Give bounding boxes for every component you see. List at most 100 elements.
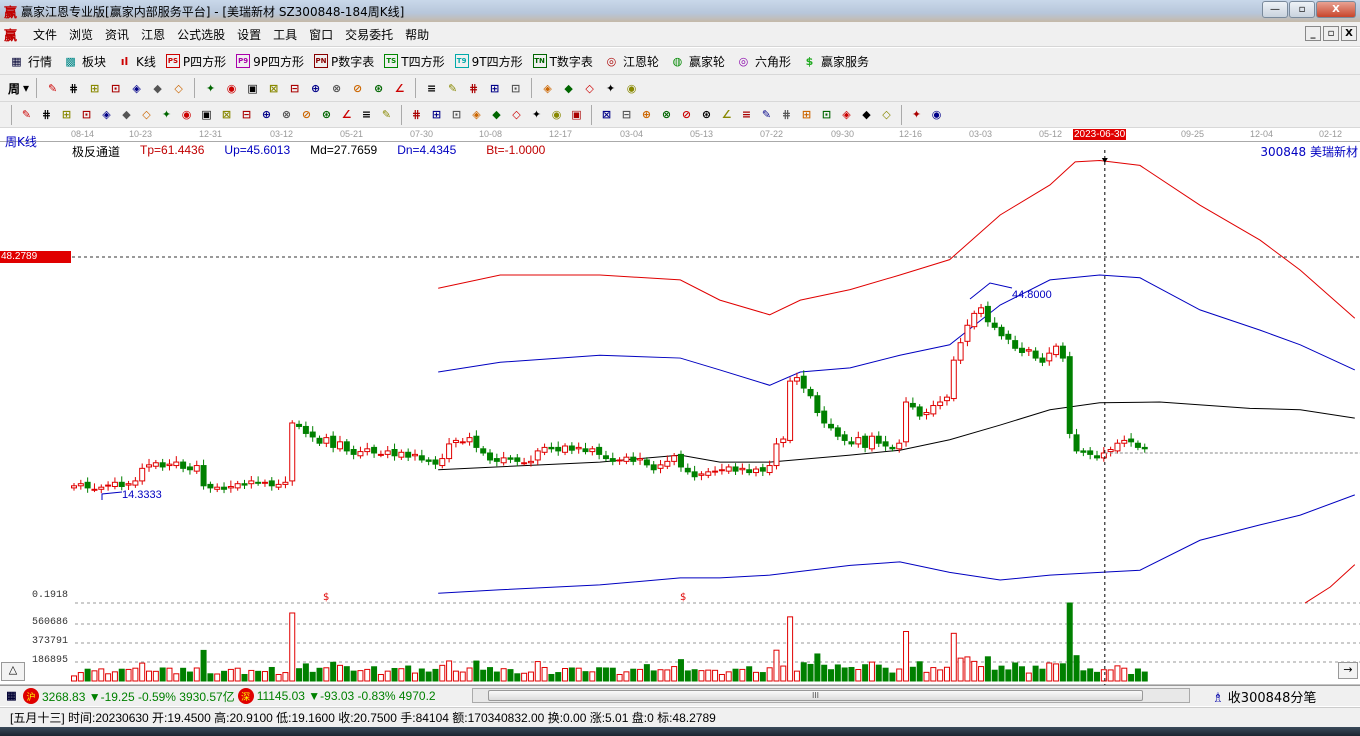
j-icon[interactable]: ⋕ bbox=[778, 106, 795, 123]
star-icon[interactable]: ⊕ bbox=[258, 106, 275, 123]
angle2-icon[interactable]: ◆ bbox=[488, 106, 505, 123]
mdi-restore-button[interactable]: ▫ bbox=[1323, 26, 1339, 41]
line-draw-icon[interactable]: ⋕ bbox=[465, 80, 482, 97]
close-button[interactable]: X bbox=[1316, 1, 1356, 18]
expand-panel-button[interactable]: △ bbox=[1, 662, 25, 681]
zoom-right-icon[interactable]: ⊕ bbox=[307, 80, 324, 97]
four-angle-icon[interactable]: ◇ bbox=[878, 106, 895, 123]
bars-icon[interactable]: ⊠ bbox=[598, 106, 615, 123]
menu-item[interactable]: 公式选股 bbox=[177, 26, 225, 43]
square3-icon[interactable]: ◈ bbox=[468, 106, 485, 123]
square2-icon[interactable]: ⊡ bbox=[448, 106, 465, 123]
tool-a-icon[interactable]: ✎ bbox=[44, 80, 61, 97]
menu-item[interactable]: 帮助 bbox=[405, 26, 429, 43]
toolbar-button-11[interactable]: ◎ 六角形 bbox=[735, 53, 791, 70]
left-icon[interactable]: ▣ bbox=[244, 80, 261, 97]
fan2-icon[interactable]: ⊞ bbox=[428, 106, 445, 123]
menu-item[interactable]: 工具 bbox=[273, 26, 297, 43]
gold-circle-icon[interactable]: ⊘ bbox=[678, 106, 695, 123]
f-icon[interactable]: ◈ bbox=[98, 106, 115, 123]
toolbar-button-4[interactable]: P9 9P四方形 bbox=[236, 53, 304, 70]
gold-line-icon[interactable]: ⊛ bbox=[698, 106, 715, 123]
hand-icon[interactable]: ≡ bbox=[423, 80, 440, 97]
first-icon[interactable]: ✦ bbox=[202, 80, 219, 97]
save-icon[interactable]: ✦ bbox=[602, 80, 619, 97]
zoom-in-icon[interactable]: ⊘ bbox=[349, 80, 366, 97]
square-icon[interactable]: ⊗ bbox=[278, 106, 295, 123]
toolbar-button-3[interactable]: PS P四方形 bbox=[165, 53, 226, 70]
arrow-icon[interactable]: ∠ bbox=[718, 106, 735, 123]
parallel-icon[interactable]: ⋕ bbox=[38, 106, 55, 123]
toolbar-button-9[interactable]: ◎ 江恩轮 bbox=[603, 53, 659, 70]
grid2-icon[interactable]: ✦ bbox=[528, 106, 545, 123]
tool-c-icon[interactable]: ⊞ bbox=[86, 80, 103, 97]
angle-icon[interactable]: ⊠ bbox=[218, 106, 235, 123]
toolbar-button-10[interactable]: ◍ 赢家轮 bbox=[669, 53, 725, 70]
zoom-all-icon[interactable]: ∠ bbox=[391, 80, 408, 97]
lines-icon[interactable]: ◉ bbox=[178, 106, 195, 123]
period-select[interactable]: 周 ▾ bbox=[8, 80, 29, 97]
shen-icon[interactable]: ⊛ bbox=[318, 106, 335, 123]
calculator-icon[interactable]: ◆ bbox=[560, 80, 577, 97]
percent-icon[interactable]: ⊕ bbox=[638, 106, 655, 123]
target-icon[interactable]: ⊟ bbox=[238, 106, 255, 123]
gold1-icon[interactable]: ⊞ bbox=[58, 106, 75, 123]
zoom-left-icon[interactable]: ⊟ bbox=[286, 80, 303, 97]
print-icon[interactable]: ◉ bbox=[623, 80, 640, 97]
scroll-right-button[interactable]: → bbox=[1338, 662, 1358, 679]
gold-angle-icon[interactable]: ⊡ bbox=[818, 106, 835, 123]
toolbar-button-8[interactable]: TN T数字表 bbox=[532, 53, 593, 70]
horizontal-scrollbar[interactable]: III bbox=[472, 688, 1190, 703]
right-icon[interactable]: ⊠ bbox=[265, 80, 282, 97]
pen2-icon[interactable]: ◇ bbox=[138, 106, 155, 123]
ji-icon[interactable]: ◆ bbox=[149, 80, 166, 97]
menu-item[interactable]: 资讯 bbox=[105, 26, 129, 43]
sine-icon[interactable]: ≡ bbox=[738, 106, 755, 123]
gold-sq-icon[interactable]: ✎ bbox=[758, 106, 775, 123]
mdi-minimize-button[interactable]: _ bbox=[1305, 26, 1321, 41]
calendar-icon[interactable]: ◈ bbox=[539, 80, 556, 97]
fan-icon[interactable]: ⊘ bbox=[298, 106, 315, 123]
menu-item[interactable]: 浏览 bbox=[69, 26, 93, 43]
menu-item[interactable]: 窗口 bbox=[309, 26, 333, 43]
tpercent-icon[interactable]: ⊟ bbox=[618, 106, 635, 123]
ying-icon[interactable]: ∠ bbox=[338, 106, 355, 123]
toolbar-button-6[interactable]: TS T四方形 bbox=[384, 53, 445, 70]
percent-line-icon[interactable]: ⊗ bbox=[658, 106, 675, 123]
taiji-icon[interactable]: ✦ bbox=[908, 106, 925, 123]
rect-icon[interactable]: ⋕ bbox=[408, 106, 425, 123]
infinity-icon[interactable]: ◉ bbox=[928, 106, 945, 123]
tool-d-icon[interactable]: ⊡ bbox=[107, 80, 124, 97]
toolbar-button-0[interactable]: ▦ 行情 bbox=[8, 53, 52, 70]
toolbar-button-5[interactable]: PN P数字表 bbox=[314, 53, 374, 70]
mdi-close-button[interactable]: X bbox=[1341, 26, 1357, 41]
toolbar-button-7[interactable]: T9 9T四方形 bbox=[454, 53, 523, 70]
crosshair-icon[interactable]: ✎ bbox=[444, 80, 461, 97]
toolbar-button-2[interactable]: ıl K线 bbox=[116, 53, 156, 70]
scroll-thumb[interactable]: III bbox=[488, 690, 1143, 701]
draw-icon[interactable]: ⊡ bbox=[507, 80, 524, 97]
circle-icon[interactable]: ✦ bbox=[158, 106, 175, 123]
n2-icon[interactable]: ▣ bbox=[198, 106, 215, 123]
maximize-button[interactable]: ▫ bbox=[1289, 1, 1315, 18]
range-icon[interactable]: ✎ bbox=[378, 106, 395, 123]
price-chart[interactable]: 44.8000 14.3333 $ $ bbox=[0, 128, 1360, 685]
zoom-out-icon[interactable]: ⊛ bbox=[370, 80, 387, 97]
pen-icon[interactable]: ✎ bbox=[18, 106, 35, 123]
box-icon[interactable]: ≡ bbox=[358, 106, 375, 123]
toolbar-button-12[interactable]: $ 赢家服务 bbox=[801, 53, 869, 70]
tool-b-icon[interactable]: ⋕ bbox=[65, 80, 82, 97]
flag-icon[interactable]: ◇ bbox=[170, 80, 187, 97]
candle-type-icon[interactable]: ◈ bbox=[128, 80, 145, 97]
shen-angle-icon[interactable]: ◈ bbox=[838, 106, 855, 123]
menu-item[interactable]: 设置 bbox=[237, 26, 261, 43]
menu-item[interactable]: 江恩 bbox=[141, 26, 165, 43]
wave-icon[interactable]: ◇ bbox=[508, 106, 525, 123]
f-angle-icon[interactable]: ⊞ bbox=[798, 106, 815, 123]
tick-data-button[interactable]: ♗ 收300848分笔 bbox=[1212, 687, 1316, 706]
zoom-horiz-icon[interactable]: ⊗ bbox=[328, 80, 345, 97]
ying-angle-icon[interactable]: ◆ bbox=[858, 106, 875, 123]
slash-icon[interactable]: ▣ bbox=[568, 106, 585, 123]
toolbar-button-1[interactable]: ▩ 板块 bbox=[62, 53, 106, 70]
gold2-icon[interactable]: ⊡ bbox=[78, 106, 95, 123]
